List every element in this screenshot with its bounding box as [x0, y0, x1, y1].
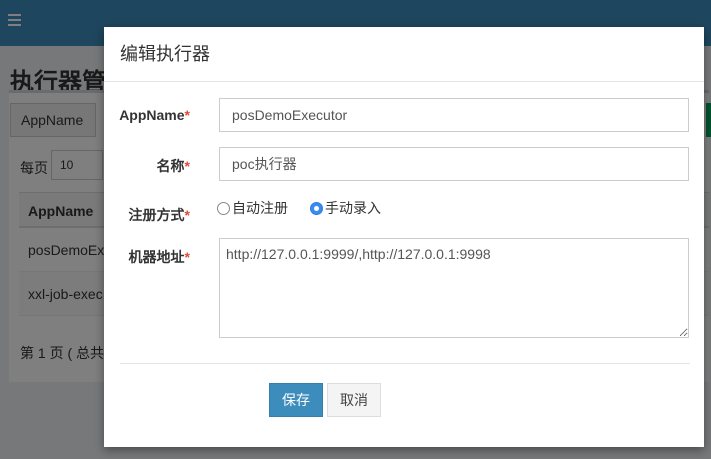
- register-type-label: 注册方式*: [128, 207, 190, 223]
- modal-title: 编辑执行器: [120, 44, 210, 64]
- radio-auto-register[interactable]: [217, 201, 230, 215]
- radio-manual-entry[interactable]: [310, 201, 323, 215]
- radio-manual-entry-label[interactable]: 手动录入: [325, 198, 381, 218]
- edit-executor-modal: 编辑执行器 AppName* 名称* 注册方式* 自动注册 手动录入 机器地址*…: [104, 27, 704, 447]
- modal-header: 编辑执行器: [104, 27, 704, 82]
- cancel-button[interactable]: 取消: [327, 383, 381, 417]
- appname-label: AppName*: [119, 107, 190, 123]
- save-button[interactable]: 保存: [269, 383, 323, 417]
- modal-footer-divider: [120, 363, 690, 364]
- name-label: 名称*: [156, 158, 190, 174]
- address-textarea[interactable]: http://127.0.0.1:9999/,http://127.0.0.1:…: [219, 238, 689, 338]
- address-label: 机器地址*: [128, 249, 190, 265]
- appname-input[interactable]: [219, 98, 689, 132]
- radio-auto-register-label[interactable]: 自动注册: [232, 198, 288, 218]
- name-input[interactable]: [219, 147, 689, 181]
- register-type-radio-group: 自动注册 手动录入: [217, 198, 403, 218]
